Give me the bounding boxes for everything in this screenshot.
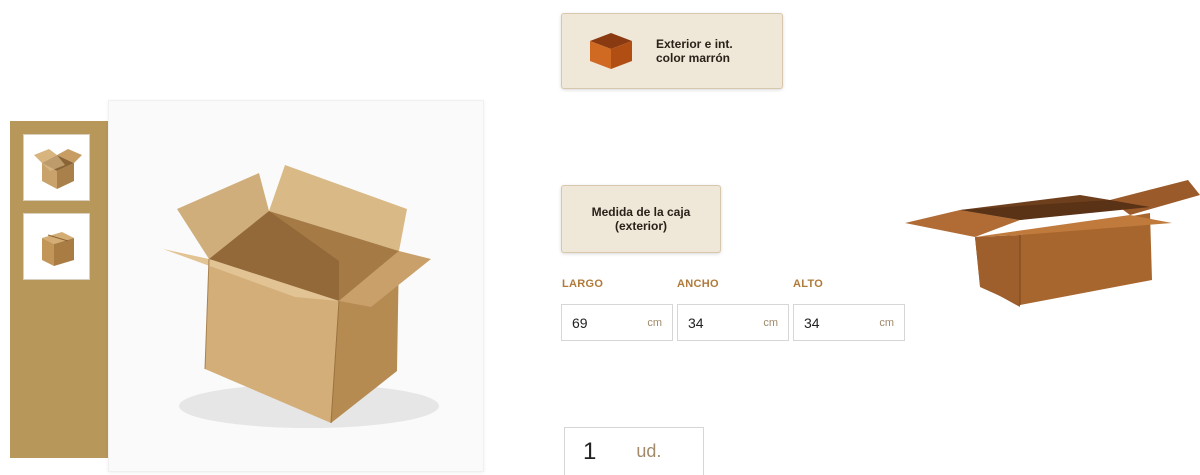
main-product-image — [108, 100, 484, 472]
thumbnail-closed-box[interactable] — [23, 213, 90, 280]
quantity-value: 1 — [583, 437, 597, 465]
color-option-button[interactable]: Exterior e int. color marrón — [561, 13, 783, 89]
open-box-icon — [33, 148, 82, 189]
thumbnail-rail — [10, 121, 108, 458]
size-option-label: Medida de la caja (exterior) — [591, 205, 691, 233]
dimension-label-alto: ALTO — [793, 278, 824, 290]
quantity-input[interactable]: 1 ud. — [564, 427, 704, 475]
ancho-unit: cm — [763, 316, 778, 329]
alto-input[interactable]: 34 cm — [793, 304, 905, 341]
open-cardboard-box-image — [163, 165, 439, 428]
ancho-input[interactable]: 34 cm — [677, 304, 789, 341]
dimension-label-largo: LARGO — [562, 278, 604, 290]
alto-unit: cm — [879, 316, 894, 329]
quantity-unit: ud. — [636, 441, 662, 461]
dimension-label-ancho: ANCHO — [677, 278, 719, 290]
box-dimension-diagram — [905, 180, 1200, 307]
largo-unit: cm — [647, 316, 662, 329]
largo-input[interactable]: 69 cm — [561, 304, 673, 341]
size-option-button[interactable]: Medida de la caja (exterior) — [561, 185, 721, 253]
thumbnail-open-box[interactable] — [23, 134, 90, 201]
closed-box-icon — [41, 231, 74, 266]
color-option-label: Exterior e int. color marrón — [656, 37, 733, 65]
brown-box-swatch-icon — [590, 33, 632, 69]
alto-value: 34 — [804, 314, 820, 331]
largo-value: 69 — [572, 314, 588, 331]
ancho-value: 34 — [688, 314, 704, 331]
